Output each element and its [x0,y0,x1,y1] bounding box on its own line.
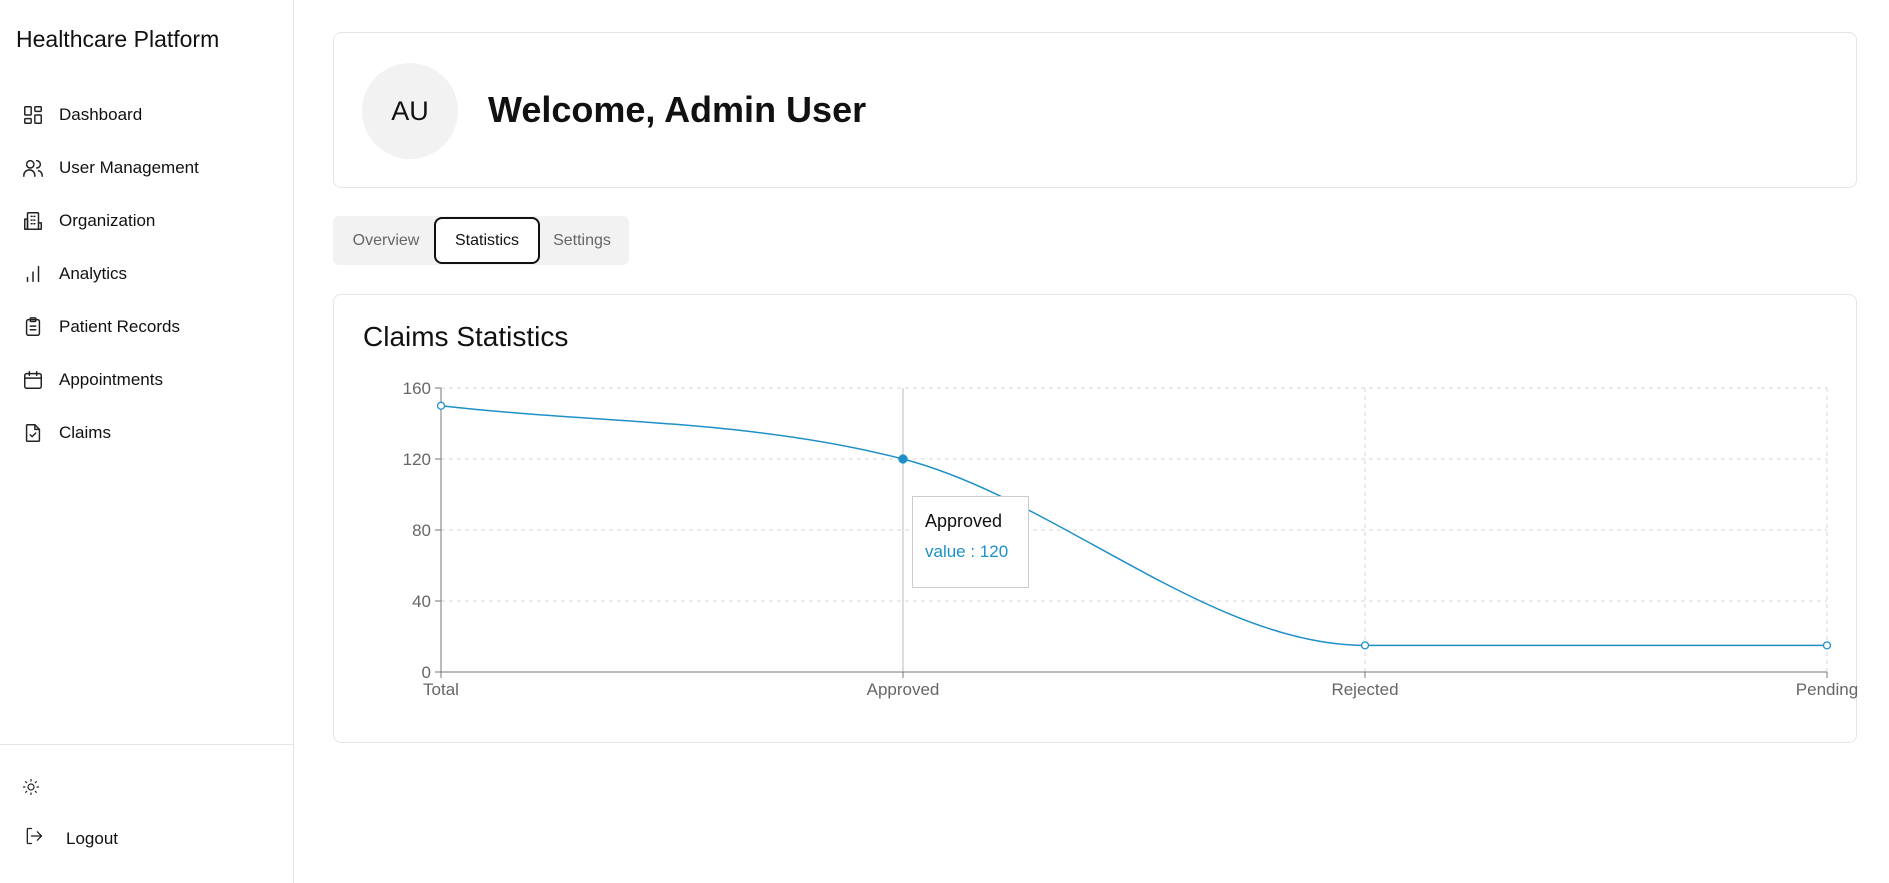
y-tick-label: 80 [412,521,431,540]
x-tick-label: Pending [1796,680,1858,699]
x-tick-label: Rejected [1331,680,1398,699]
claims-line-chart: 04080120160Total Approved Rejected Pending [403,379,1859,699]
data-point [1822,641,1832,650]
series-line [440,405,1827,647]
x-tick-label: Total [423,680,459,699]
data-point [436,401,446,410]
tooltip-label: Approved [925,511,1003,531]
data-point [1360,641,1370,650]
tooltip-value: value : 120 [925,542,1009,561]
y-tick-label: 40 [412,592,431,611]
active-data-point [898,454,908,464]
chart-tooltip: Approved value : 120 [912,496,1029,588]
x-tick-label: Approved [867,680,940,699]
y-tick-label: 120 [403,450,431,469]
y-tick-label: 160 [403,379,431,398]
